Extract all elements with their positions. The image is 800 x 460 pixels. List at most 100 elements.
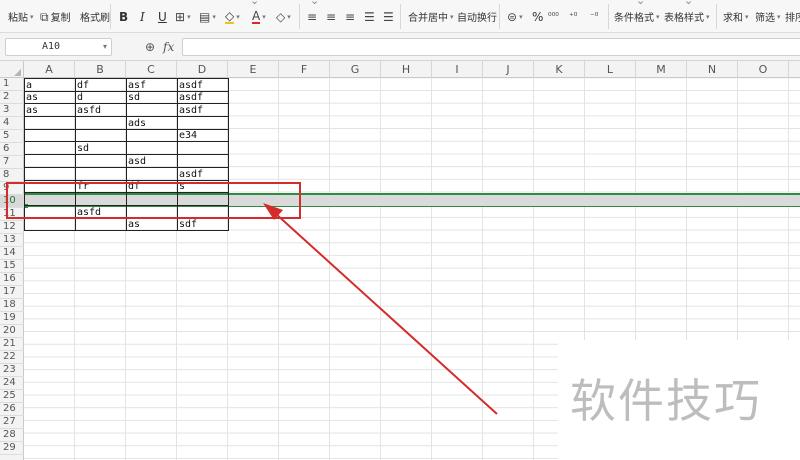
- thousands-button[interactable]: ⁰⁰⁰: [548, 0, 559, 33]
- cell-c1[interactable]: asf: [126, 78, 178, 92]
- underline-button[interactable]: U: [158, 0, 167, 33]
- row-header-25[interactable]: 25: [0, 390, 24, 403]
- row-header-27[interactable]: 27: [0, 416, 24, 429]
- row-header-14[interactable]: 14: [0, 247, 24, 260]
- column-header-e[interactable]: E: [228, 61, 279, 78]
- row-header-18[interactable]: 18: [0, 299, 24, 312]
- cell-d7[interactable]: [177, 154, 229, 168]
- distributed-align-button[interactable]: ☰: [383, 0, 394, 33]
- align-right-button[interactable]: ≡: [345, 0, 355, 33]
- row-header-4[interactable]: 4: [0, 117, 24, 130]
- column-header-b[interactable]: B: [75, 61, 126, 78]
- cell-d4[interactable]: [177, 116, 229, 130]
- row-header-2[interactable]: 2: [0, 91, 24, 104]
- cell-b5[interactable]: [75, 128, 127, 143]
- insert-function-icon[interactable]: fx: [163, 40, 174, 54]
- column-header-k[interactable]: K: [534, 61, 585, 78]
- cell-c7[interactable]: asd: [126, 154, 178, 168]
- formula-input[interactable]: [182, 38, 800, 56]
- sort-button[interactable]: 排序: [785, 0, 800, 33]
- row-header-12[interactable]: 12: [0, 221, 24, 234]
- cell-a6[interactable]: [24, 141, 76, 156]
- cell-c8[interactable]: [126, 166, 178, 181]
- cell-b2[interactable]: d: [75, 90, 127, 105]
- cell-b6[interactable]: sd: [75, 141, 127, 156]
- chevron-down-icon[interactable]: ▾: [103, 39, 107, 55]
- sum-button[interactable]: 求和 ▾: [723, 0, 749, 33]
- cell-c12[interactable]: as: [126, 217, 178, 232]
- border-style-button[interactable]: ▤ ▾: [199, 0, 216, 33]
- column-header-j[interactable]: J: [483, 61, 534, 78]
- clear-format-button[interactable]: ◇ ▾: [276, 0, 291, 33]
- column-header-l[interactable]: L: [585, 61, 636, 78]
- row-header-1[interactable]: 1: [0, 78, 24, 91]
- column-header-n[interactable]: N: [687, 61, 738, 78]
- italic-button[interactable]: I: [140, 0, 145, 33]
- conditional-format-button[interactable]: 条件格式 ▾: [614, 0, 660, 33]
- cell-b7[interactable]: [75, 154, 127, 168]
- column-header-m[interactable]: M: [636, 61, 687, 78]
- cell-a8[interactable]: [24, 166, 76, 181]
- column-header-o[interactable]: O: [738, 61, 789, 78]
- table-style-button[interactable]: 表格样式 ▾: [664, 0, 710, 33]
- cell-d3[interactable]: asdf: [177, 103, 229, 118]
- justify-button[interactable]: ☰: [364, 0, 375, 33]
- cell-c6[interactable]: [126, 141, 178, 156]
- cell-b3[interactable]: asfd: [75, 103, 127, 118]
- row-header-21[interactable]: 21: [0, 338, 24, 351]
- filter-button[interactable]: 筛选 ▾: [755, 0, 781, 33]
- row-header-13[interactable]: 13: [0, 234, 24, 247]
- cell-a3[interactable]: as: [24, 103, 76, 118]
- cell-c4[interactable]: ads: [126, 116, 178, 130]
- column-header-i[interactable]: I: [432, 61, 483, 78]
- font-color-button[interactable]: A ▾: [252, 0, 266, 33]
- merge-center-button[interactable]: 合并居中 ▾: [408, 0, 454, 33]
- column-header-f[interactable]: F: [279, 61, 330, 78]
- row-header-3[interactable]: 3: [0, 104, 24, 117]
- cell-b8[interactable]: [75, 166, 127, 181]
- copy-button[interactable]: ⧉ 复制: [40, 0, 71, 33]
- row-header-23[interactable]: 23: [0, 364, 24, 377]
- row-header-15[interactable]: 15: [0, 260, 24, 273]
- row-header-20[interactable]: 20: [0, 325, 24, 338]
- row-header-26[interactable]: 26: [0, 403, 24, 416]
- name-box[interactable]: A10 ▾: [5, 38, 112, 56]
- format-painter-button[interactable]: 格式刷: [80, 0, 110, 33]
- cell-d12[interactable]: sdf: [177, 217, 229, 232]
- cell-b4[interactable]: [75, 116, 127, 130]
- cell-d2[interactable]: asdf: [177, 90, 229, 105]
- wrap-text-button[interactable]: 自动换行: [457, 0, 497, 33]
- row-header-19[interactable]: 19: [0, 312, 24, 325]
- column-header-d[interactable]: D: [177, 61, 228, 78]
- cell-a4[interactable]: [24, 116, 76, 130]
- align-left-button[interactable]: ≡: [307, 0, 317, 33]
- border-button[interactable]: ⊞ ▾: [175, 0, 191, 33]
- cell-d1[interactable]: asdf: [177, 78, 229, 92]
- row-header-6[interactable]: 6: [0, 143, 24, 156]
- row-header-29[interactable]: 29: [0, 442, 24, 455]
- column-header-c[interactable]: C: [126, 61, 177, 78]
- cell-d8[interactable]: asdf: [177, 166, 229, 181]
- cell-a7[interactable]: [24, 154, 76, 168]
- decrease-decimal-button[interactable]: ⁻⁰: [590, 0, 598, 33]
- cell-d6[interactable]: [177, 141, 229, 156]
- row-header-16[interactable]: 16: [0, 273, 24, 286]
- cell-d5[interactable]: e34: [177, 128, 229, 143]
- row-header-5[interactable]: 5: [0, 130, 24, 143]
- increase-decimal-button[interactable]: ⁺⁰: [569, 0, 577, 33]
- percent-button[interactable]: %: [532, 0, 543, 33]
- column-header-a[interactable]: A: [24, 61, 75, 78]
- row-header-22[interactable]: 22: [0, 351, 24, 364]
- zoom-search-icon[interactable]: ⊕: [145, 40, 155, 54]
- cell-a5[interactable]: [24, 128, 76, 143]
- cell-a1[interactable]: a: [24, 78, 76, 92]
- row-header-17[interactable]: 17: [0, 286, 24, 299]
- row-header-28[interactable]: 28: [0, 429, 24, 442]
- cell-c5[interactable]: [126, 128, 178, 143]
- fill-color-button[interactable]: ◇ ▾: [225, 0, 240, 33]
- column-header-g[interactable]: G: [330, 61, 381, 78]
- column-header-h[interactable]: H: [381, 61, 432, 78]
- align-center-button[interactable]: ≡: [326, 0, 336, 33]
- currency-format-button[interactable]: ⊜ ▾: [507, 0, 523, 33]
- row-header-8[interactable]: 8: [0, 169, 24, 182]
